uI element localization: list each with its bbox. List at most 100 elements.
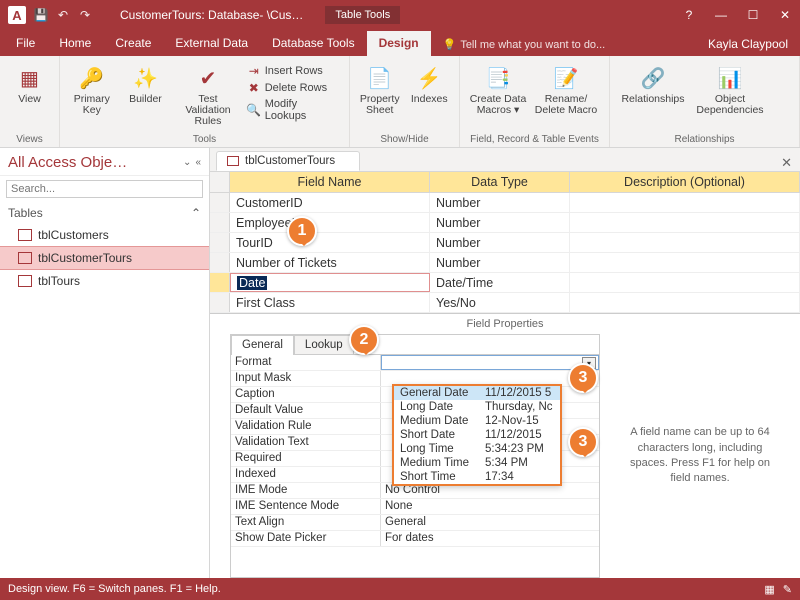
design-view-icon[interactable]: ✎ [783,583,792,596]
test-validation-button[interactable]: ✔Test Validation Rules [175,60,240,127]
minimize-button[interactable]: — [714,8,728,22]
dropdown-option[interactable]: General Date11/12/2015 5 [394,386,560,400]
property-value[interactable]: General [381,515,599,530]
property-name: Show Date Picker [231,531,381,546]
tab-database-tools[interactable]: Database Tools [260,31,367,56]
contextual-tab-label: Table Tools [325,6,400,24]
chevron-down-icon[interactable]: ⌄ [183,157,191,168]
column-field-name[interactable]: Field Name [230,172,430,192]
maximize-button[interactable]: ☐ [746,8,760,22]
rename-delete-macro-button[interactable]: 📝Rename/ Delete Macro [534,60,598,116]
collapse-pane-icon[interactable]: « [195,157,201,168]
cell-field-name[interactable]: Number of Tickets [230,253,430,272]
format-dropdown[interactable]: General Date11/12/2015 5Long DateThursda… [392,384,562,486]
tell-me-search[interactable]: 💡Tell me what you want to do... [439,33,610,56]
undo-icon[interactable]: ↶ [56,8,70,22]
cell-field-name[interactable]: Date [230,273,430,292]
grid-row[interactable]: CustomerID Number [210,193,800,213]
cell-data-type[interactable]: Yes/No [430,293,570,312]
tab-create[interactable]: Create [103,31,163,56]
grid-row[interactable]: Date Date/Time [210,273,800,293]
save-icon[interactable]: 💾 [34,8,48,22]
row-selector[interactable] [210,273,230,292]
grid-row[interactable]: Number of Tickets Number [210,253,800,273]
nav-section-tables[interactable]: Tables⌃ [0,202,209,222]
dropdown-option[interactable]: Medium Time5:34 PM [394,456,560,470]
dropdown-option[interactable]: Medium Date12-Nov-15 [394,414,560,428]
cell-description[interactable] [570,233,800,252]
dropdown-option[interactable]: Long DateThursday, Nc [394,400,560,414]
cell-description[interactable] [570,273,800,292]
cell-field-name[interactable]: TourID [230,233,430,252]
nav-item-tblcustomers[interactable]: tblCustomers [0,224,209,246]
tab-home[interactable]: Home [47,31,103,56]
property-row[interactable]: Text Align General [231,515,599,531]
cell-description[interactable] [570,213,800,232]
property-value[interactable]: ▾ [381,355,599,370]
create-data-macros-button[interactable]: 📑Create Data Macros ▾ [468,60,528,116]
row-selector[interactable] [210,193,230,212]
group-views-label: Views [8,132,51,145]
table-icon [18,229,32,241]
signed-in-user[interactable]: Kayla Claypool [696,32,800,56]
group-events-label: Field, Record & Table Events [468,132,601,145]
modify-lookups-button[interactable]: 🔍Modify Lookups [247,98,341,122]
row-selector[interactable] [210,293,230,312]
cell-data-type[interactable]: Number [430,233,570,252]
primary-key-button[interactable]: 🔑Primary Key [68,60,116,116]
delete-rows-button[interactable]: ✖Delete Rows [247,81,341,95]
property-row[interactable]: Format ▾ [231,355,599,371]
cell-data-type[interactable]: Number [430,213,570,232]
view-button[interactable]: ▦ View [8,60,51,105]
dependencies-icon: 📊 [716,64,744,92]
document-tab[interactable]: tblCustomerTours [216,151,360,171]
document-area: tblCustomerTours ✕ Field Name Data Type … [210,148,800,578]
nav-item-tblcustomertours[interactable]: tblCustomerTours [0,246,209,270]
cell-data-type[interactable]: Date/Time [430,273,570,292]
dropdown-option[interactable]: Short Date11/12/2015 [394,428,560,442]
column-description[interactable]: Description (Optional) [570,172,800,192]
datasheet-view-icon[interactable]: ▦ [764,583,774,596]
object-dependencies-button[interactable]: 📊Object Dependencies [694,60,766,116]
nav-pane-title[interactable]: All Access Obje… [8,154,179,171]
table-icon [227,156,239,166]
cell-description[interactable] [570,293,800,312]
property-row[interactable]: Show Date Picker For dates [231,531,599,547]
dropdown-option[interactable]: Short Time17:34 [394,470,560,484]
insert-rows-button[interactable]: ⇥Insert Rows [247,64,341,78]
close-document-icon[interactable]: ✕ [773,155,800,171]
tab-lookup[interactable]: Lookup [294,335,354,355]
callout-2: 2 [349,325,379,355]
relationships-button[interactable]: 🔗Relationships [618,60,688,105]
row-selector[interactable] [210,233,230,252]
tab-file[interactable]: File [4,31,47,56]
cell-field-name[interactable]: First Class [230,293,430,312]
cell-description[interactable] [570,193,800,212]
tab-external-data[interactable]: External Data [163,31,260,56]
grid-row[interactable]: First Class Yes/No [210,293,800,313]
cell-field-name[interactable]: EmployeeID [230,213,430,232]
property-value[interactable]: None [381,499,599,514]
nav-search-input[interactable] [6,180,203,198]
dropdown-option[interactable]: Long Time5:34:23 PM [394,442,560,456]
indexes-button[interactable]: ⚡Indexes [408,60,452,105]
property-sheet-button[interactable]: 📄Property Sheet [358,60,402,116]
property-value[interactable]: For dates [381,531,599,546]
property-row[interactable]: IME Sentence Mode None [231,499,599,515]
row-selector[interactable] [210,213,230,232]
builder-button[interactable]: ✨Builder [122,60,170,105]
cell-description[interactable] [570,253,800,272]
redo-icon[interactable]: ↷ [78,8,92,22]
tab-design[interactable]: Design [367,31,431,56]
nav-item-tbltours[interactable]: tblTours [0,270,209,292]
relationships-icon: 🔗 [639,64,667,92]
rename-macro-icon: 📝 [552,64,580,92]
cell-data-type[interactable]: Number [430,193,570,212]
cell-field-name[interactable]: CustomerID [230,193,430,212]
tab-general[interactable]: General [231,335,294,355]
close-button[interactable]: ✕ [778,8,792,22]
help-icon[interactable]: ? [682,8,696,22]
row-selector[interactable] [210,253,230,272]
cell-data-type[interactable]: Number [430,253,570,272]
column-data-type[interactable]: Data Type [430,172,570,192]
